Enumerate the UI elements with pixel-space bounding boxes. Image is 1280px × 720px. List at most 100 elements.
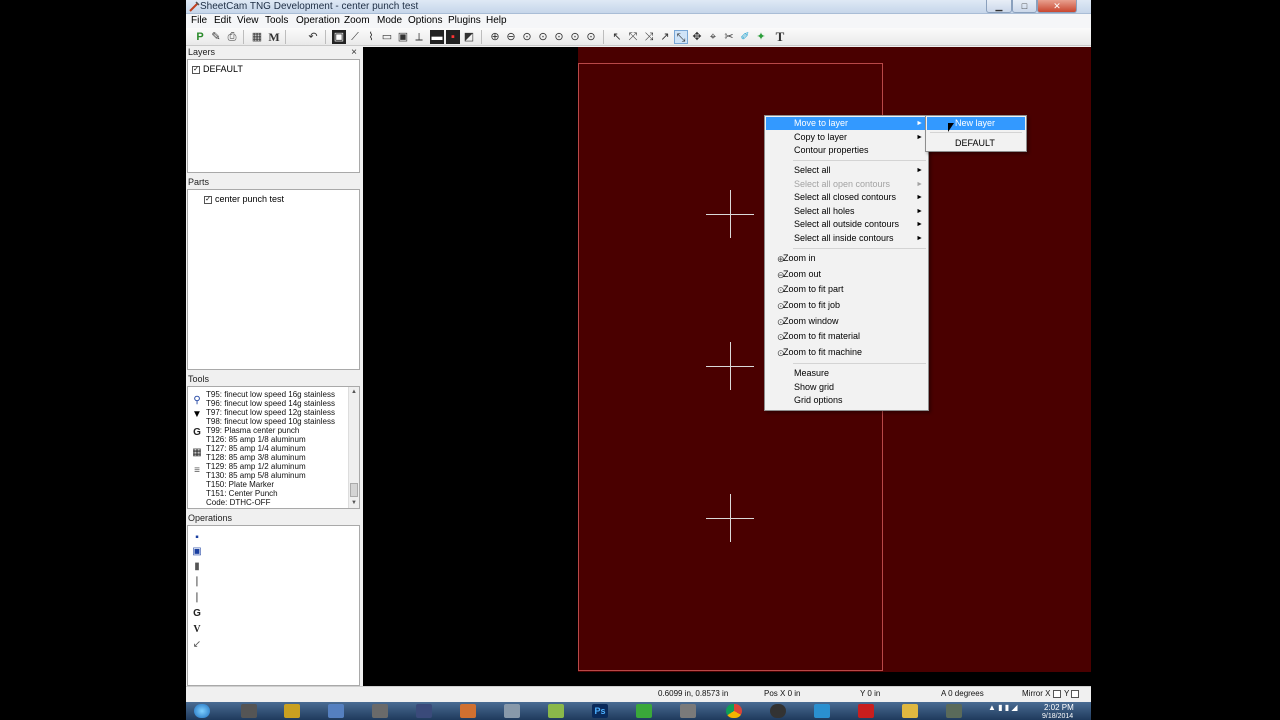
center-punch-mark-2[interactable] — [730, 342, 731, 390]
zoom-fit-machine-toolbar-icon[interactable]: ⊙ — [584, 30, 598, 44]
cut-tool-icon[interactable]: ✂ — [722, 30, 736, 44]
punch-operation-icon[interactable]: ❘ — [191, 592, 203, 604]
tool-item[interactable]: T128: 85 amp 3/8 aluminum — [206, 453, 306, 462]
center-punch-mark-3[interactable] — [730, 494, 731, 542]
taskbar-app-icon[interactable] — [460, 704, 476, 718]
layer-item-default[interactable]: ✓ DEFAULT — [192, 64, 243, 74]
zoom-in-toolbar-icon[interactable]: ⊕ — [488, 30, 502, 44]
menu-item-zoom-out[interactable]: ⊖ Zoom out — [766, 268, 927, 281]
chrome-icon[interactable] — [726, 704, 742, 718]
align-tool-icon[interactable]: ⌖ — [706, 30, 720, 44]
menu-item-contour-properties[interactable]: Contour properties — [766, 144, 927, 157]
tray-icons[interactable]: ▲ ▮ ▮ ◢ — [988, 703, 1018, 712]
menu-item-select-all-inside-contours[interactable]: Select all inside contours ► — [766, 232, 927, 245]
zoom-fit-job-toolbar-icon[interactable]: ⊙ — [536, 30, 550, 44]
display-mode-icon[interactable]: ▬ — [430, 30, 444, 44]
taskbar-app-icon[interactable] — [372, 704, 388, 718]
layer-visibility-checkbox[interactable]: ✓ — [192, 65, 200, 74]
menu-item-show-grid[interactable]: Show grid — [766, 381, 927, 394]
menu-operation[interactable]: Operation — [296, 15, 340, 26]
drill-tool-icon[interactable]: ▼ — [191, 409, 203, 421]
scroll-up-icon[interactable]: ▲ — [349, 387, 359, 397]
mirror-y-toggle[interactable]: Y — [1064, 689, 1082, 698]
tool-item[interactable]: T127: 85 amp 1/4 aluminum — [206, 444, 306, 453]
menu-options[interactable]: Options — [408, 15, 442, 26]
taskbar-app-icon[interactable] — [416, 704, 432, 718]
menu-item-copy-to-layer[interactable]: Copy to layer ► — [766, 131, 927, 144]
show-toolpath-icon[interactable]: ▪ — [446, 30, 460, 44]
menu-help[interactable]: Help — [486, 15, 507, 26]
menu-item-move-to-layer[interactable]: Move to layer ► — [766, 117, 927, 130]
tool-item[interactable]: T95: finecut low speed 16g stainless — [206, 390, 335, 399]
layers-panel-close-icon[interactable]: × — [351, 47, 357, 58]
clock-date[interactable]: 9/18/2014 — [1042, 713, 1073, 720]
menu-item-select-all[interactable]: Select all ► — [766, 164, 927, 177]
scroll-thumb[interactable] — [350, 483, 358, 497]
menu-item-select-all-closed-contours[interactable]: Select all closed contours ► — [766, 191, 927, 204]
tool-item[interactable]: T150: Plate Marker — [206, 480, 274, 489]
pen-tool-icon[interactable]: ✐ — [738, 30, 752, 44]
menu-edit[interactable]: Edit — [214, 15, 231, 26]
menu-item-zoom-to-fit-part[interactable]: ⊙ Zoom to fit part — [766, 283, 927, 296]
menu-item-zoom-to-fit-machine[interactable]: ⊙ Zoom to fit machine — [766, 346, 927, 359]
drill-operation-icon[interactable]: ▣ — [191, 546, 203, 558]
engrave-operation-icon[interactable]: ↙ — [191, 639, 203, 651]
menu-item-zoom-in[interactable]: ⊕ Zoom in — [766, 252, 927, 265]
submenu-item-new-layer[interactable]: New layer — [927, 117, 1025, 130]
part-item[interactable]: ✓ center punch test — [204, 194, 284, 204]
taskbar-app-icon[interactable] — [814, 704, 830, 718]
close-window-button[interactable]: ✕ — [1037, 0, 1077, 13]
pointer-tool-icon[interactable]: ↖ — [610, 30, 624, 44]
taskbar-app-icon[interactable] — [858, 704, 874, 718]
zoom-fit-material-toolbar-icon[interactable]: ⊙ — [568, 30, 582, 44]
menu-file[interactable]: File — [191, 15, 207, 26]
taskbar-app-icon[interactable] — [946, 704, 962, 718]
marker-operation-icon[interactable]: ❘ — [191, 576, 203, 588]
line-tool-icon[interactable]: ⟋ — [348, 30, 362, 44]
taskbar-app-icon[interactable] — [636, 704, 652, 718]
plasma-tool-icon[interactable]: ⚲ — [191, 395, 203, 407]
lead-edit-icon[interactable]: ↗ — [658, 30, 672, 44]
view-mode-icon[interactable]: ▣ — [332, 30, 346, 44]
mirror-x-toggle[interactable]: Mirror X — [1022, 689, 1064, 698]
file-explorer-icon[interactable] — [902, 704, 918, 718]
lock-operation-icon[interactable]: ▮ — [191, 561, 203, 573]
menu-plugins[interactable]: Plugins — [448, 15, 481, 26]
maximize-button[interactable]: □ — [1012, 0, 1037, 13]
taskbar-app-icon[interactable] — [284, 704, 300, 718]
photoshop-icon[interactable]: Ps — [592, 704, 608, 718]
taskbar-app-icon[interactable] — [241, 704, 257, 718]
polyline-tool-icon[interactable]: ⌇ — [364, 30, 378, 44]
tool-item[interactable]: T98: finecut low speed 10g stainless — [206, 417, 335, 426]
rectangle-tool-icon[interactable]: ▭ — [380, 30, 394, 44]
tool-item[interactable]: Code: DTHC-OFF — [206, 498, 270, 507]
tool-item[interactable]: T130: 85 amp 5/8 aluminum — [206, 471, 306, 480]
grid-view-icon[interactable]: ▦ — [250, 30, 264, 44]
vcarve-operation-icon[interactable]: V — [191, 624, 203, 636]
offset-tool-icon[interactable]: ⟂ — [412, 30, 426, 44]
post-process-button[interactable]: P — [193, 30, 207, 44]
menu-item-select-all-holes[interactable]: Select all holes ► — [766, 205, 927, 218]
text-tool-button[interactable]: T — [773, 30, 787, 44]
menu-item-select-all-outside-contours[interactable]: Select all outside contours ► — [766, 218, 927, 231]
tool-item[interactable]: T129: 85 amp 1/2 aluminum — [206, 462, 306, 471]
menu-item-zoom-window[interactable]: ⊙ Zoom window — [766, 315, 927, 328]
tool-item[interactable]: T126: 85 amp 1/8 aluminum — [206, 435, 306, 444]
start-point-icon[interactable]: ⤨ — [642, 30, 656, 44]
select-tool-icon[interactable]: ▣ — [396, 30, 410, 44]
tool-item[interactable]: T99: Plasma center punch — [206, 426, 299, 435]
machine-button[interactable]: M — [267, 30, 281, 44]
menu-tools[interactable]: Tools — [265, 15, 288, 26]
zoom-fit-part-toolbar-icon[interactable]: ⊙ — [520, 30, 534, 44]
menu-view[interactable]: View — [237, 15, 259, 26]
minimize-button[interactable]: ▁ — [986, 0, 1012, 13]
table-tool-icon[interactable]: ▦ — [191, 447, 203, 459]
tool-item[interactable]: T97: finecut low speed 12g stainless — [206, 408, 335, 417]
paint-tool-icon[interactable]: ✦ — [754, 30, 768, 44]
move-tool-icon[interactable]: ✥ — [690, 30, 704, 44]
rotate-tool-icon[interactable]: ⤡ — [674, 30, 688, 44]
plasma-operation-icon[interactable]: ▪ — [191, 532, 203, 544]
submenu-item-default[interactable]: DEFAULT — [927, 137, 1025, 150]
taskbar-app-icon[interactable] — [770, 704, 786, 718]
gcode-tool-icon[interactable]: G — [191, 427, 203, 439]
